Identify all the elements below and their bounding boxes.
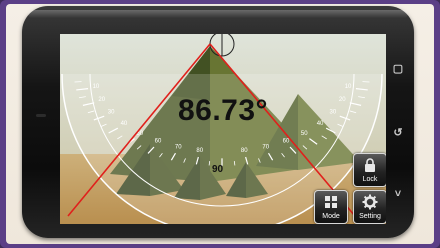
mode-button[interactable]: Mode bbox=[314, 190, 348, 224]
lock-button[interactable]: Lock bbox=[353, 153, 386, 187]
grid-icon bbox=[325, 196, 337, 208]
menu-key-icon[interactable]: ˅ bbox=[391, 188, 405, 200]
protractor-label-left: 60 bbox=[155, 139, 162, 145]
mode-button-label: Mode bbox=[322, 213, 340, 220]
protractor-label-right: 80 bbox=[241, 148, 248, 154]
lock-button-label: Lock bbox=[362, 176, 378, 183]
protractor-label-left: 70 bbox=[175, 145, 182, 151]
protractor-label-right: 50 bbox=[301, 131, 308, 137]
speaker-slot bbox=[36, 114, 46, 117]
setting-button[interactable]: Setting bbox=[353, 190, 386, 224]
protractor-label-left: 80 bbox=[196, 148, 203, 154]
setting-button-label: Setting bbox=[359, 213, 381, 220]
app-screen[interactable]: 10 20 30 40 50 60 70 80 10 20 30 40 50 60 70 80 86.73° … bbox=[60, 34, 386, 224]
lock-icon bbox=[365, 158, 375, 172]
protractor-label-right: 70 bbox=[262, 145, 269, 151]
home-key-icon[interactable]: ▢ bbox=[391, 62, 405, 75]
bezel-shine bbox=[28, 10, 408, 18]
center-tick-label: 90 bbox=[212, 164, 224, 175]
angle-readout: 86.73° bbox=[177, 94, 269, 127]
gear-icon bbox=[362, 194, 378, 210]
back-key-icon[interactable]: ↺ bbox=[391, 126, 405, 139]
protractor-label-right: 10 bbox=[345, 84, 352, 90]
protractor-label-right: 60 bbox=[283, 139, 290, 145]
phone-device: ▢ ↺ ˅ 10 20 30 40 50 60 70 80 10 20 30 4… bbox=[22, 6, 414, 238]
protractor-label-left: 10 bbox=[93, 84, 100, 90]
